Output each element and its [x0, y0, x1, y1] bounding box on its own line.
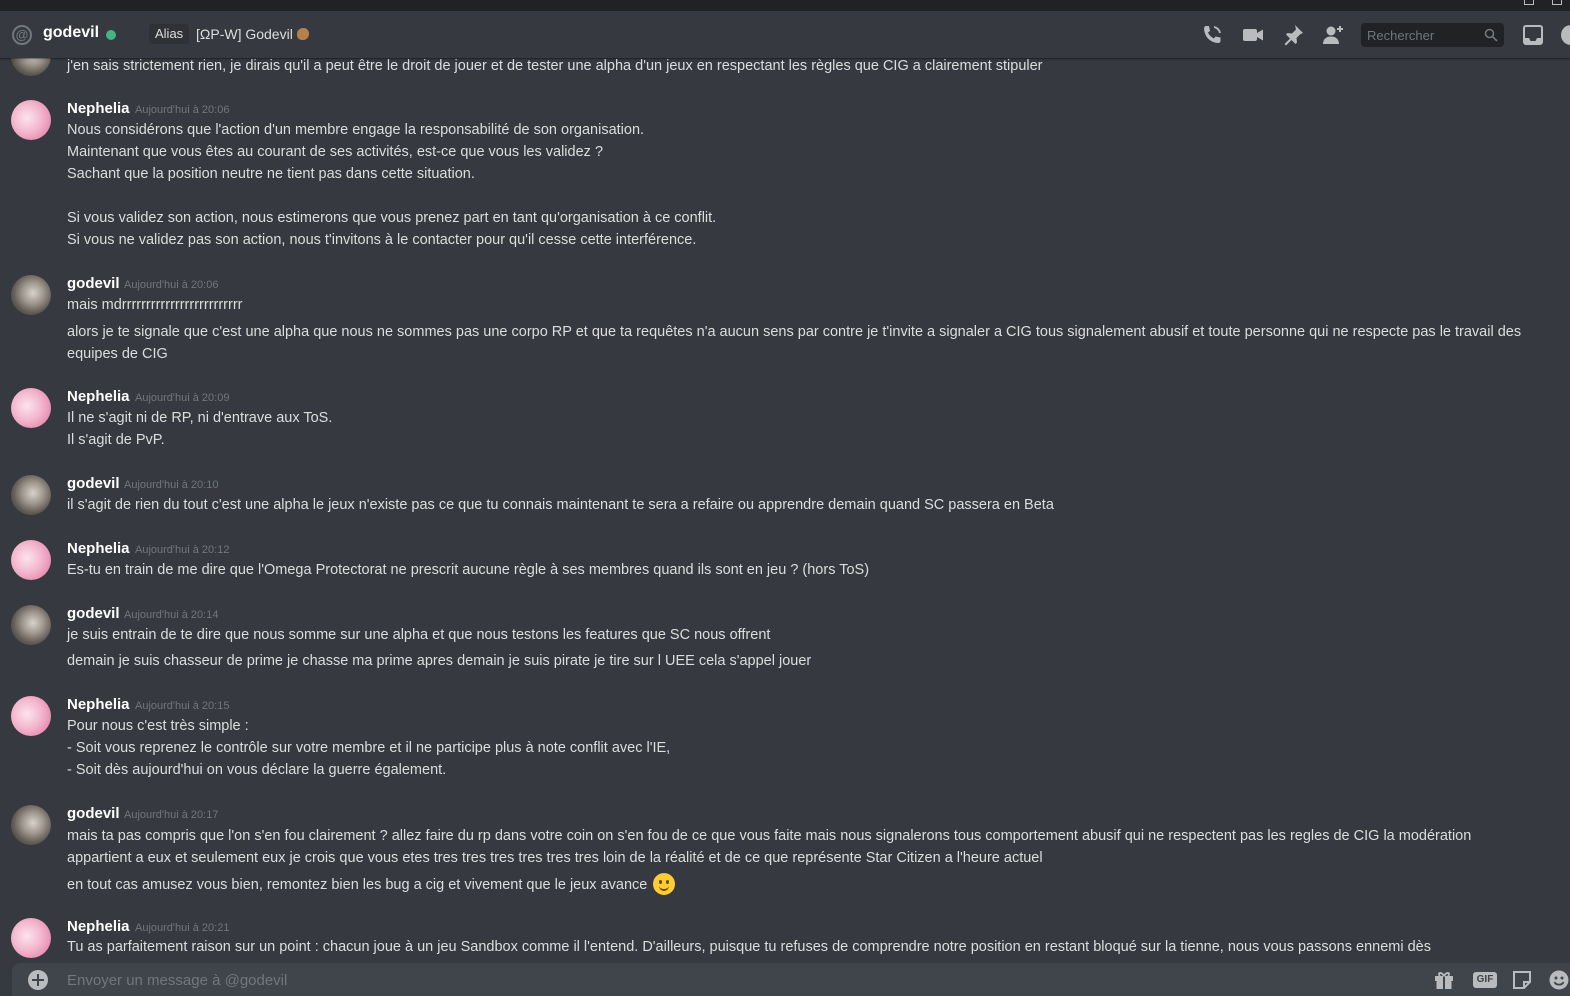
message-text: Es-tu en train de me dire que l'Omega Pr…: [67, 562, 870, 578]
avatar[interactable]: [11, 605, 51, 645]
message-text: demain je suis chasseur de prime je chas…: [67, 653, 812, 669]
message-author[interactable]: godevil: [67, 805, 120, 822]
message-text: mais ta pas compris que l'on s'en fou cl…: [67, 828, 1472, 866]
message-text: je suis entrain de te dire que nous somm…: [67, 627, 771, 643]
maximize-icon[interactable]: [1552, 0, 1562, 5]
message-timestamp: Aujourd'hui à 20:10: [124, 479, 219, 491]
message-input[interactable]: [67, 969, 1367, 991]
title-bar: [0, 0, 1570, 11]
message-timestamp: Aujourd'hui à 20:06: [135, 104, 230, 116]
message-text: - Soit dès aujourd'hui on vous déclare l…: [67, 762, 447, 778]
at-icon: @: [12, 25, 32, 45]
message-author[interactable]: godevil: [67, 475, 120, 492]
avatar[interactable]: [11, 58, 51, 76]
message-text: alors je te signale que c'est une alpha …: [67, 324, 1522, 362]
search-field[interactable]: [1361, 23, 1504, 47]
avatar[interactable]: [11, 540, 51, 580]
potato-emoji-icon: [296, 28, 309, 40]
message-timestamp: Aujourd'hui à 20:15: [135, 700, 230, 712]
avatar[interactable]: [11, 475, 51, 515]
message-author[interactable]: godevil: [67, 605, 120, 622]
message-text: en tout cas amusez vous bien, remontez b…: [67, 873, 676, 895]
smile-emoji-icon: [653, 873, 676, 895]
message-text: Sachant que la position neutre ne tient …: [67, 166, 475, 182]
plus-icon[interactable]: [28, 970, 48, 990]
message-timestamp: Aujourd'hui à 20:17: [124, 809, 219, 821]
dm-header: @ godevil Alias [ΩP-W] Godevil: [0, 11, 1570, 58]
avatar[interactable]: [11, 696, 51, 736]
alias-value: [ΩP-W] Godevil: [196, 26, 309, 42]
message-author[interactable]: Nephelia: [67, 540, 130, 557]
search-icon: [1484, 28, 1498, 42]
message-timestamp: Aujourd'hui à 20:14: [124, 609, 219, 621]
pin-icon[interactable]: [1281, 23, 1305, 47]
avatar[interactable]: [11, 918, 51, 958]
message-author[interactable]: Nephelia: [67, 100, 130, 117]
message-author[interactable]: Nephelia: [67, 696, 130, 713]
message-text: Maintenant que vous êtes au courant de s…: [67, 144, 604, 160]
message-text: j'en sais strictement rien, je dirais qu…: [67, 58, 1043, 74]
avatar[interactable]: [11, 100, 51, 140]
message-author[interactable]: godevil: [67, 275, 120, 292]
avatar[interactable]: [11, 805, 51, 845]
gift-icon[interactable]: [1433, 969, 1455, 991]
message-text: Si vous ne validez pas son action, nous …: [67, 232, 697, 248]
dm-recipient-name[interactable]: godevil: [43, 24, 99, 42]
emoji-icon[interactable]: [1548, 969, 1570, 991]
message-text: il s'agit de rien du tout c'est une alph…: [67, 497, 1054, 513]
message-timestamp: Aujourd'hui à 20:21: [135, 922, 230, 934]
message-list[interactable]: j'en sais strictement rien, je dirais qu…: [0, 58, 1570, 963]
message-text: Pour nous c'est très simple :: [67, 718, 249, 734]
search-input[interactable]: [1361, 23, 1471, 47]
help-icon[interactable]: [1559, 23, 1570, 47]
message-timestamp: Aujourd'hui à 20:06: [124, 279, 219, 291]
message-text: - Soit vous reprenez le contrôle sur vot…: [67, 740, 671, 756]
alias-label: Alias: [149, 24, 190, 44]
message-text: Si vous validez son action, nous estimer…: [67, 210, 717, 226]
message-text: Nous considérons que l'action d'un membr…: [67, 122, 645, 138]
message-text: Tu as parfaitement raison sur un point :…: [67, 939, 1431, 955]
sticker-icon[interactable]: [1511, 969, 1533, 991]
add-friend-icon[interactable]: [1321, 23, 1345, 47]
message-author[interactable]: Nephelia: [67, 388, 130, 405]
call-icon[interactable]: [1200, 23, 1224, 47]
message-author[interactable]: Nephelia: [67, 918, 130, 935]
avatar[interactable]: [11, 275, 51, 315]
inbox-icon[interactable]: [1521, 23, 1545, 47]
online-status-dot: [106, 30, 116, 40]
message-text: Il ne s'agit ni de RP, ni d'entrave aux …: [67, 410, 333, 426]
message-timestamp: Aujourd'hui à 20:09: [135, 392, 230, 404]
avatar[interactable]: [11, 388, 51, 428]
minimize-icon[interactable]: [1524, 0, 1534, 5]
message-timestamp: Aujourd'hui à 20:12: [135, 544, 230, 556]
message-text: mais mdrrrrrrrrrrrrrrrrrrrrrrrrr: [67, 297, 243, 313]
message-text: Il s'agit de PvP.: [67, 432, 165, 448]
message-composer: GIF: [12, 963, 1570, 996]
gif-button[interactable]: GIF: [1473, 972, 1497, 988]
video-icon[interactable]: [1241, 23, 1265, 47]
